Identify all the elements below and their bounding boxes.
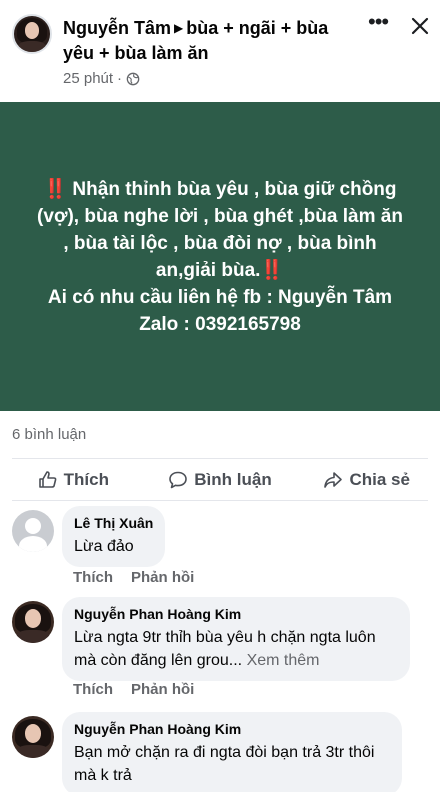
comment-like-button[interactable]: Thích [73,681,113,698]
avatar-face [24,723,42,743]
share-button[interactable]: Chia sẻ [293,462,440,498]
comment-text: Bạn mở chặn ra đi ngta đòi bạn trả 3tr t… [74,744,375,784]
comment-text-body: Lừa ngta 9tr thỉh bùa yêu h chặn ngta lu… [74,629,376,669]
commenter-name[interactable]: Nguyễn Phan Hoàng Kim [74,605,398,624]
share-icon [324,472,343,488]
comment-actions: Thích Phản hồi [73,569,194,586]
post-text: ‼️ Nhận thỉnh bùa yêu , bùa giữ chồng (v… [35,176,405,338]
comment-button[interactable]: Bình luận [147,462,294,498]
commenter-avatar[interactable] [12,716,54,758]
default-avatar-body [19,536,47,552]
comment-text: Lừa đảo [74,538,134,555]
globe-icon [126,72,140,85]
comment-bubble[interactable]: Lê Thị Xuân Lừa đảo [62,506,166,567]
comment-item: Nguyễn Phan Hoàng Kim Bạn mở chặn ra đi … [0,712,440,792]
divider [12,458,428,459]
commenter-avatar[interactable] [12,601,54,643]
comment-count[interactable]: 6 bình luận [12,426,86,443]
comment-bubble[interactable]: Nguyễn Phan Hoàng Kim Bạn mở chặn ra đi … [62,712,402,792]
like-button[interactable]: Thích [0,462,147,498]
post-text-line: Zalo : 0392165798 [139,313,301,335]
comment-actions: Thích Phản hồi [73,681,194,698]
commenter-avatar[interactable] [12,510,54,552]
comment-label: Bình luận [194,470,272,489]
post-text-line: ‼️ Nhận thỉnh bùa yêu , bùa giữ chồng (v… [37,178,403,281]
comment-reply-button[interactable]: Phản hồi [131,681,194,698]
default-avatar-head [25,518,41,534]
post-header: Nguyễn Tâm ▶ bùa + ngãi + bùa yêu + bùa là… [0,0,440,100]
close-icon[interactable] [408,14,432,38]
post-text-line: Ai có nhu cầu liên hệ fb : Nguyễn Tâm [47,286,393,308]
post-title: Nguyễn Tâm ▶ bùa + ngãi + bùa yêu + bùa là… [63,16,363,66]
comment-text: Lừa ngta 9tr thỉh bùa yêu h chặn ngta lu… [74,626,398,672]
post-meta: 25 phút · [63,70,140,87]
share-label: Chia sẻ [349,470,410,489]
action-bar: Thích Bình luận Chia sẻ [0,462,440,498]
avatar-shirt [16,745,50,758]
more-icon[interactable]: ••• [368,11,390,38]
post-content-card[interactable]: ‼️ Nhận thỉnh bùa yêu , bùa giữ chồng (v… [0,102,440,411]
post-time[interactable]: 25 phút [63,70,113,87]
comment-like-button[interactable]: Thích [73,569,113,586]
avatar-shirt [17,41,47,52]
see-more-link[interactable]: Xem thêm [247,652,320,669]
comment-reply-button[interactable]: Phản hồi [131,569,194,586]
like-label: Thích [63,470,109,489]
arrow-right-icon: ▶ [174,21,184,35]
comment-icon [169,471,188,489]
meta-separator: · [117,70,123,87]
comment-bubble[interactable]: Nguyễn Phan Hoàng Kim Lừa ngta 9tr thỉh … [62,597,410,681]
avatar-face [24,608,42,628]
author-avatar[interactable] [12,14,52,54]
comment-item: Nguyễn Phan Hoàng Kim Lừa ngta 9tr thỉh … [0,597,440,707]
avatar-face [24,22,40,40]
comment-item: Lê Thị Xuân Lừa đảo Thích Phản hồi [0,506,440,596]
commenter-name[interactable]: Nguyễn Phan Hoàng Kim [74,720,390,739]
commenter-name[interactable]: Lê Thị Xuân [74,514,153,533]
divider [12,500,428,501]
author-name[interactable]: Nguyễn Tâm [63,18,171,38]
avatar-shirt [16,630,50,643]
thumbs-up-icon [38,471,57,488]
